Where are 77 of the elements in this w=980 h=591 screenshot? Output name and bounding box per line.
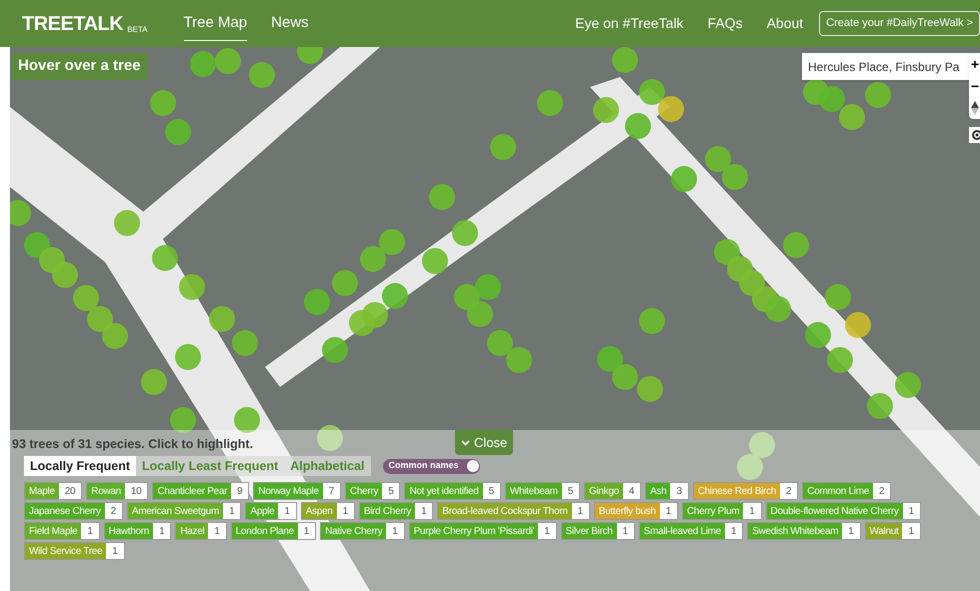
- species-tag[interactable]: Rowan 10: [86, 482, 148, 500]
- nav-link[interactable]: Eye on #TreeTalk: [575, 13, 684, 34]
- species-tag[interactable]: Ginkgo 4: [584, 482, 642, 500]
- species-count: 1: [902, 523, 920, 539]
- species-tag[interactable]: Japanese Cherry 2: [24, 502, 123, 520]
- species-count: 4: [622, 483, 640, 499]
- species-tag[interactable]: Chanticleer Pear 9: [152, 482, 250, 500]
- species-tag[interactable]: Double-flowered Native Cherry 1: [766, 502, 921, 520]
- species-count: 1: [660, 503, 677, 519]
- species-count: 20: [58, 483, 82, 499]
- species-count: 1: [842, 523, 860, 539]
- beta-label: BETA: [127, 24, 148, 36]
- species-count: 7: [322, 483, 340, 499]
- species-tag[interactable]: Maple 20: [24, 482, 82, 500]
- species-count: 2: [780, 483, 798, 499]
- logo[interactable]: TREETALK: [22, 8, 124, 38]
- nav-link[interactable]: FAQs: [708, 13, 743, 34]
- species-count: 1: [743, 503, 761, 519]
- nav-link[interactable]: Tree Map: [184, 6, 248, 42]
- species-count: 1: [724, 523, 742, 539]
- species-tag[interactable]: American Sweetgum 1: [126, 502, 242, 520]
- species-tag[interactable]: Cherry Plum 1: [682, 502, 762, 520]
- species-count: 1: [298, 523, 316, 539]
- species-count: 1: [616, 523, 634, 539]
- locate-icon[interactable]: [969, 127, 980, 143]
- species-count: 1: [153, 523, 170, 539]
- species-count: 1: [336, 503, 354, 519]
- species-count: 1: [81, 523, 99, 539]
- species-tag[interactable]: Bird Cherry 1: [358, 502, 434, 520]
- species-count: 5: [562, 483, 579, 499]
- species-tag[interactable]: Chinese Red Birch 2: [692, 482, 798, 500]
- species-tag[interactable]: Walnut 1: [864, 522, 921, 540]
- tree-count-summary: 93 trees of 31 species. Click to highlight.: [12, 436, 254, 453]
- species-count: 1: [538, 523, 556, 539]
- species-count: 1: [223, 503, 240, 519]
- common-names-toggle[interactable]: Common names: [382, 458, 480, 474]
- sort-tab[interactable]: Locally Frequent: [24, 456, 136, 476]
- species-tag[interactable]: Small-leaved Lime 1: [638, 522, 744, 540]
- species-count: 1: [208, 523, 226, 539]
- species-tag[interactable]: Aspen 1: [300, 502, 355, 520]
- species-tag[interactable]: Not yet identified 5: [404, 482, 501, 500]
- species-tag[interactable]: Apple 1: [245, 502, 297, 520]
- species-tag[interactable]: Norway Maple 7: [253, 482, 341, 500]
- species-tag[interactable]: Purple Cherry Plum 'Pissardi' 1: [408, 522, 557, 540]
- species-count: 5: [482, 483, 500, 499]
- species-tag[interactable]: Butterfly bush 1: [594, 502, 678, 520]
- hover-hint: Hover over a tree: [12, 53, 147, 80]
- species-count: 3: [670, 483, 688, 499]
- species-tag[interactable]: Hawthorn 1: [104, 522, 172, 540]
- nav-link[interactable]: About: [766, 13, 804, 34]
- species-tag[interactable]: Wild Service Tree 1: [24, 542, 125, 560]
- species-count: 1: [106, 543, 124, 559]
- species-tag[interactable]: Swedish Whitebeam 1: [747, 522, 861, 540]
- species-count: 2: [873, 483, 890, 499]
- species-tag[interactable]: Cherry 5: [344, 482, 400, 500]
- create-walk-button[interactable]: Create your #DailyTreeWalk >: [819, 11, 980, 36]
- close-button[interactable]: Close: [455, 430, 514, 455]
- species-count: 10: [124, 483, 148, 499]
- species-count: 1: [572, 503, 589, 519]
- chevron-icon: [461, 440, 470, 446]
- species-count: 2: [104, 503, 122, 519]
- nav-link[interactable]: News: [271, 6, 309, 42]
- species-tag[interactable]: Whitebeam 5: [504, 482, 580, 500]
- species-tag[interactable]: Silver Birch 1: [560, 522, 635, 540]
- species-count: 1: [278, 503, 296, 519]
- species-count: 9: [231, 483, 248, 499]
- species-tag[interactable]: Field Maple 1: [24, 522, 100, 540]
- species-tag[interactable]: Hazel 1: [175, 522, 227, 540]
- species-tag[interactable]: Common Lime 2: [802, 482, 892, 500]
- species-tag[interactable]: Broad-leaved Cockspur Thorn 1: [437, 502, 590, 520]
- species-count: 5: [382, 483, 400, 499]
- species-count: 1: [902, 503, 920, 519]
- species-tag[interactable]: Native Cherry 1: [320, 522, 405, 540]
- species-count: 1: [415, 503, 432, 519]
- species-tag[interactable]: London Plane 1: [230, 522, 316, 540]
- species-tag[interactable]: Ash 3: [645, 482, 689, 500]
- species-count: 1: [386, 523, 404, 539]
